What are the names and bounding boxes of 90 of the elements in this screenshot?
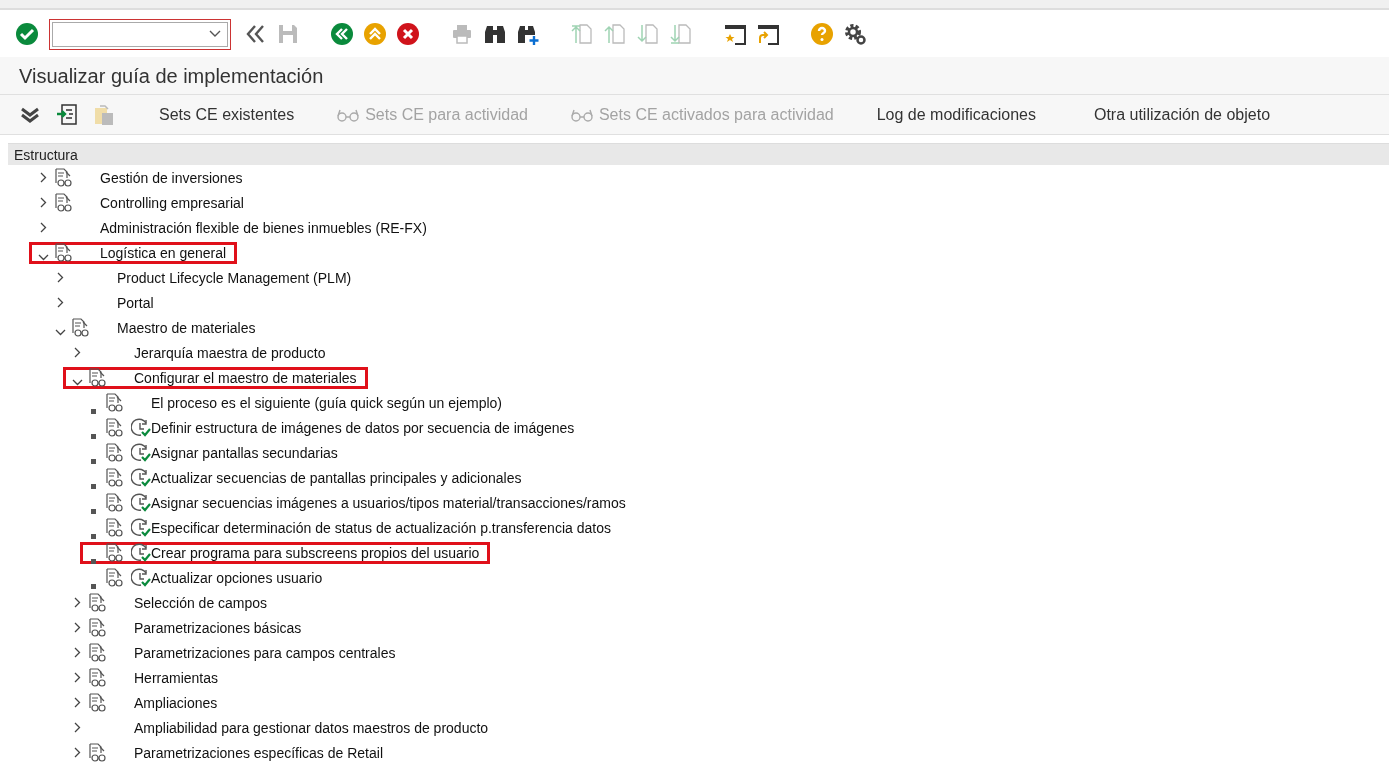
document-glasses-icon[interactable] bbox=[72, 318, 89, 337]
chevron-right-icon[interactable] bbox=[74, 647, 81, 658]
chevron-right-icon[interactable] bbox=[74, 697, 81, 708]
chevron-right-icon[interactable] bbox=[74, 722, 81, 733]
tree-node-label[interactable]: Portal bbox=[117, 294, 154, 311]
tree-node-label[interactable]: Configurar el maestro de materiales bbox=[134, 369, 357, 386]
chevron-right-icon[interactable] bbox=[57, 297, 64, 308]
tree-node-label[interactable]: Crear programa para subscreens propios del usuario bbox=[151, 544, 480, 561]
window-arrow-icon[interactable] bbox=[756, 22, 780, 46]
document-glasses-icon[interactable] bbox=[106, 468, 123, 487]
document-glasses-icon[interactable] bbox=[106, 543, 123, 562]
bullet-icon bbox=[91, 459, 96, 464]
bullet-icon bbox=[91, 434, 96, 439]
tree-node-label[interactable]: Logística en general bbox=[100, 244, 227, 261]
tree-node-label[interactable]: Actualizar secuencias de pantallas principales y adicionales bbox=[151, 469, 522, 486]
document-glasses-icon[interactable] bbox=[55, 193, 72, 212]
tree-node-label[interactable]: Ampliabilidad para gestionar datos maestros de producto bbox=[134, 719, 489, 736]
bullet-icon bbox=[91, 584, 96, 589]
bullet-icon bbox=[91, 509, 96, 514]
chevron-right-icon[interactable] bbox=[74, 347, 81, 358]
tree-node-label[interactable]: Product Lifecycle Management (PLM) bbox=[117, 269, 352, 286]
glasses-icon bbox=[570, 107, 593, 122]
screen-title: Visualizar guía de implementación bbox=[18, 64, 325, 89]
column-header: Estructura bbox=[8, 144, 1389, 165]
bullet-icon bbox=[91, 409, 96, 414]
clock-check-icon[interactable] bbox=[131, 443, 151, 462]
toolbar-button[interactable]: Sets CE existentes bbox=[159, 101, 295, 128]
tree-node-label[interactable]: Definir estructura de imágenes de datos por secuencia de imágenes bbox=[151, 419, 575, 436]
clock-check-icon[interactable] bbox=[131, 418, 151, 437]
bullet-icon bbox=[91, 559, 96, 564]
toolbar-button[interactable]: Log de modificaciones bbox=[876, 101, 1036, 128]
tree-node-label[interactable]: Especificar determinación de status de actualización p.transferencia datos bbox=[151, 519, 611, 536]
cancel-icon[interactable] bbox=[396, 22, 420, 46]
clock-check-icon[interactable] bbox=[131, 518, 151, 537]
document-glasses-icon[interactable] bbox=[106, 393, 123, 412]
chevron-right-icon[interactable] bbox=[74, 597, 81, 608]
document-glasses-icon[interactable] bbox=[106, 493, 123, 512]
chevron-right-icon[interactable] bbox=[57, 272, 64, 283]
chevron-right-icon[interactable] bbox=[40, 222, 47, 233]
toolbar-button[interactable]: Otra utilización de objeto bbox=[1093, 101, 1271, 128]
document-glasses-icon[interactable] bbox=[55, 168, 72, 187]
tree-node-label[interactable]: Ampliaciones bbox=[134, 694, 218, 711]
tree-node-label[interactable]: Maestro de materiales bbox=[117, 319, 256, 336]
document-glasses-icon[interactable] bbox=[89, 693, 106, 712]
command-field[interactable] bbox=[52, 21, 228, 47]
document-glasses-icon[interactable] bbox=[89, 643, 106, 662]
tree-node-label[interactable]: Gestión de inversiones bbox=[100, 169, 243, 186]
document-glasses-icon[interactable] bbox=[55, 243, 72, 262]
document-glasses-icon[interactable] bbox=[106, 418, 123, 437]
tree-node-label[interactable]: Actualizar opciones usuario bbox=[151, 569, 323, 586]
tree-node-label[interactable]: Herramientas bbox=[134, 669, 219, 686]
tree-node-label[interactable]: Asignar secuencias imágenes a usuarios/tipos material/transacciones/ramos bbox=[151, 494, 626, 511]
document-glasses-icon[interactable] bbox=[89, 618, 106, 637]
document-glasses-icon[interactable] bbox=[89, 743, 106, 762]
document-glasses-icon[interactable] bbox=[106, 443, 123, 462]
tree-node-label[interactable]: Administración flexible de bienes inmuebles (RE-FX) bbox=[100, 219, 427, 236]
chevron-down-icon[interactable] bbox=[38, 254, 49, 261]
tree-node-label[interactable]: Parametrizaciones básicas bbox=[134, 619, 302, 636]
chevron-right-icon[interactable] bbox=[40, 197, 47, 208]
chevron-right-icon[interactable] bbox=[74, 747, 81, 758]
tree-node-label[interactable]: El proceso es el siguiente (guía quick según un ejemplo) bbox=[151, 394, 502, 411]
back-icon[interactable] bbox=[330, 22, 354, 46]
tree-node-label[interactable]: Parametrizaciones específicas de Retail bbox=[134, 744, 383, 761]
clock-check-icon[interactable] bbox=[131, 568, 151, 587]
chevron-down-icon[interactable] bbox=[55, 329, 66, 336]
tree-node-label[interactable]: Parametrizaciones para campos centrales bbox=[134, 644, 396, 661]
tree-node-label[interactable]: Selección de campos bbox=[134, 594, 268, 611]
document-glasses-icon[interactable] bbox=[89, 593, 106, 612]
document-glasses-icon[interactable] bbox=[89, 668, 106, 687]
document-glasses-icon[interactable] bbox=[106, 568, 123, 587]
window-star-icon[interactable] bbox=[723, 22, 747, 46]
document-glasses-icon[interactable] bbox=[106, 518, 123, 537]
settings-icon[interactable] bbox=[843, 22, 867, 46]
clock-check-icon[interactable] bbox=[131, 468, 151, 487]
chevron-down-icon[interactable] bbox=[72, 379, 83, 386]
chevron-right-icon[interactable] bbox=[74, 672, 81, 683]
tree-node-label[interactable]: Controlling empresarial bbox=[100, 194, 244, 211]
glasses-icon bbox=[337, 107, 360, 122]
clock-check-icon[interactable] bbox=[131, 543, 151, 562]
chevron-right-icon[interactable] bbox=[40, 172, 47, 183]
tree-node-label[interactable]: Jerarquía maestra de producto bbox=[134, 344, 326, 361]
transfer-icon[interactable] bbox=[55, 102, 79, 127]
dropdown-caret-icon[interactable] bbox=[209, 30, 221, 38]
enter-icon[interactable] bbox=[15, 22, 39, 46]
tree-node-label[interactable]: Asignar pantallas secundarias bbox=[151, 444, 338, 461]
bullet-icon bbox=[91, 534, 96, 539]
document-glasses-icon[interactable] bbox=[89, 368, 106, 387]
clock-check-icon[interactable] bbox=[131, 493, 151, 512]
chevron-right-icon[interactable] bbox=[74, 622, 81, 633]
bullet-icon bbox=[91, 484, 96, 489]
